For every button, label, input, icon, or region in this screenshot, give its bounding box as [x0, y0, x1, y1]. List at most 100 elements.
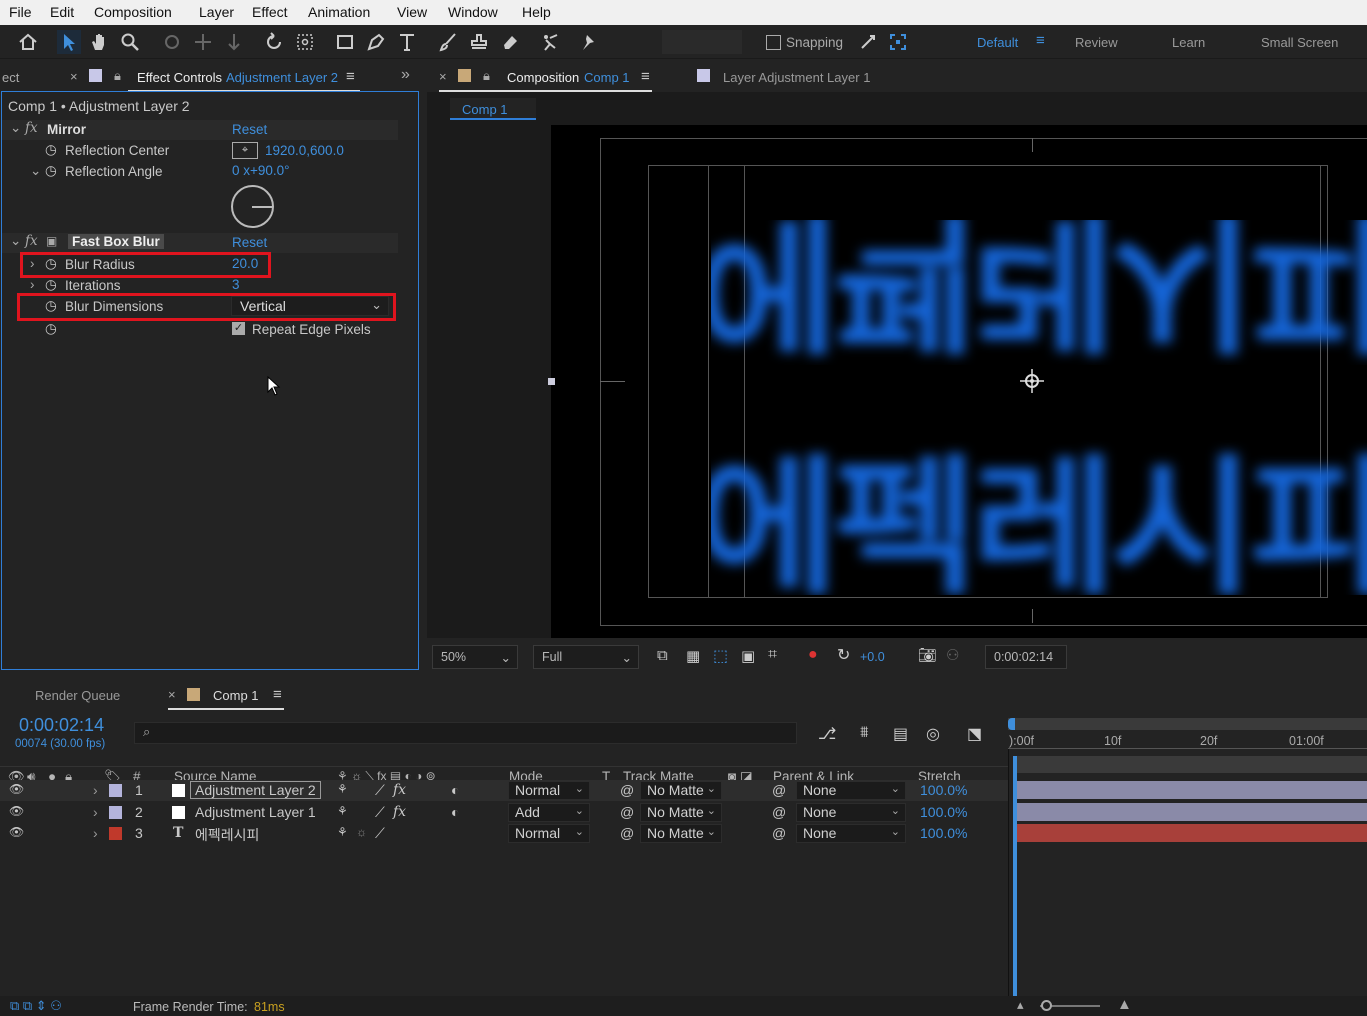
anchor-point-icon[interactable] [1018, 367, 1046, 395]
visibility-eye-icon[interactable]: 👁︎ [9, 782, 24, 796]
fx-switch-icon[interactable]: fx [393, 804, 406, 820]
current-time[interactable]: 0:00:02:14 [19, 715, 104, 736]
fx-icon[interactable]: fx [25, 120, 38, 136]
mask-path-icon[interactable]: ⬚ [713, 646, 728, 666]
reflection-angle-collapse-icon[interactable]: ⌄ [30, 163, 41, 179]
label-color[interactable] [109, 827, 122, 840]
type-tool-icon[interactable] [395, 30, 419, 54]
graph-editor-icon[interactable]: ⬔ [967, 724, 982, 744]
panel-menu-icon[interactable]: ≡ [641, 68, 650, 85]
grid-guides-icon[interactable]: ⌗ [768, 646, 777, 664]
collapse-transform-icon[interactable]: ☼ [356, 825, 367, 839]
parent-pickwhip-icon[interactable]: @ [772, 782, 786, 798]
layer-duration-bar[interactable] [1017, 824, 1367, 842]
mode-dropdown[interactable]: Add ⌄ [508, 803, 590, 822]
parent-pickwhip-icon[interactable]: @ [772, 804, 786, 820]
menu-help[interactable]: Help [522, 4, 551, 20]
composition-flowchart-icon[interactable]: ⎇ [818, 724, 836, 744]
rectangle-tool-icon[interactable] [333, 30, 357, 54]
spiral-pickwhip-icon[interactable]: @ [620, 804, 634, 820]
composition-viewer[interactable]: 에펙레시피 에펙레시피 [427, 125, 1367, 638]
shy-switch-icon[interactable]: ⚘ [337, 782, 348, 796]
quality-switch-icon[interactable]: ⟋ [375, 825, 385, 842]
shy-layers-icon[interactable]: ⩩ [860, 724, 869, 742]
menu-effect[interactable]: Effect [252, 4, 288, 20]
lock-icon[interactable]: 🔒︎ [114, 68, 121, 84]
work-area-bar[interactable] [1008, 718, 1367, 730]
mirror-collapse-icon[interactable]: ⌄ [10, 120, 21, 136]
menu-composition[interactable]: Composition [94, 4, 172, 20]
adjustment-switch-icon[interactable]: ◐ [451, 804, 459, 820]
zoom-tool-icon[interactable] [118, 30, 142, 54]
parent-pickwhip-icon[interactable]: @ [772, 825, 786, 841]
workspace-default[interactable]: Default [977, 35, 1018, 50]
close-tab-icon[interactable]: × [439, 69, 447, 84]
close-tab-icon[interactable]: × [168, 687, 176, 702]
menu-edit[interactable]: Edit [50, 4, 74, 20]
snap-edges-icon[interactable] [856, 30, 880, 54]
track-matte-dropdown[interactable]: No Matte ⌄ [640, 781, 722, 800]
effect-controls-tab-label[interactable]: Effect Controls [137, 70, 222, 85]
crosshair-point-icon[interactable]: ⌖ [232, 142, 258, 159]
roto-brush-icon[interactable] [538, 30, 562, 54]
iterations-value[interactable]: 3 [232, 277, 240, 292]
stretch-value[interactable]: 100.0% [920, 825, 967, 841]
fx-switch-icon[interactable]: fx [393, 782, 406, 798]
always-preview-icon[interactable]: ⧉ [657, 647, 668, 664]
layer-name[interactable]: Adjustment Layer 1 [195, 804, 316, 820]
snap-features-icon[interactable] [886, 30, 910, 54]
pan-camera-icon[interactable] [191, 30, 215, 54]
iterations-expand-icon[interactable]: › [30, 277, 35, 292]
zoom-in-icon[interactable]: ▲ [1117, 996, 1132, 1013]
panel-menu-icon[interactable]: ≡ [346, 68, 355, 85]
selection-tool-icon[interactable] [57, 30, 81, 54]
reflection-angle-value[interactable]: 0 x+90.0° [232, 163, 290, 178]
parent-dropdown[interactable]: None ⌄ [796, 781, 906, 800]
shy-switch-icon[interactable]: ⚘ [337, 804, 348, 818]
menu-file[interactable]: File [9, 4, 32, 20]
layer-handle[interactable] [548, 378, 555, 385]
orbit-camera-icon[interactable] [160, 30, 184, 54]
panel-menu-icon[interactable]: ≡ [273, 686, 282, 703]
resolution-dropdown[interactable]: Full ⌄ [533, 645, 639, 669]
track-matte-dropdown[interactable]: No Matte ⌄ [640, 803, 722, 822]
layer-row[interactable]: 👁︎ › 3 T 에펙레시피 ⚘ ☼ ⟋ Normal ⌄ @ No Matte ⌄… [0, 823, 1008, 844]
quality-switch-icon[interactable]: ⟋ [375, 804, 385, 821]
workspace-review[interactable]: Review [1075, 35, 1118, 50]
reset-exposure-icon[interactable]: ↻ [837, 645, 850, 665]
parent-dropdown[interactable]: None ⌄ [796, 824, 906, 843]
mode-dropdown[interactable]: Normal ⌄ [508, 824, 590, 843]
workspace-learn[interactable]: Learn [1172, 35, 1205, 50]
current-time-display[interactable]: 0:00:02:14 [985, 645, 1067, 669]
comp-canvas[interactable]: 에펙레시피 에펙레시피 [548, 125, 1367, 638]
puppet-pin-icon[interactable] [576, 30, 600, 54]
zoom-slider-thumb[interactable] [1041, 1000, 1052, 1011]
expand-icon[interactable]: › [93, 804, 98, 820]
stretch-value[interactable]: 100.0% [920, 782, 967, 798]
fast-box-blur-effect-name[interactable]: Fast Box Blur [68, 234, 164, 249]
clone-stamp-icon[interactable] [467, 30, 491, 54]
fx-icon[interactable]: fx [25, 233, 38, 249]
timeline-search-input[interactable]: ⌕ [134, 722, 797, 744]
visibility-eye-icon[interactable]: 👁︎ [9, 825, 24, 839]
hand-tool-icon[interactable] [87, 30, 111, 54]
expand-icon[interactable]: › [93, 782, 98, 798]
visibility-eye-icon[interactable]: 👁︎ [9, 804, 24, 818]
workspace-small-screen[interactable]: Small Screen [1261, 35, 1338, 50]
dolly-camera-icon[interactable] [222, 30, 246, 54]
lock-icon[interactable]: 🔒︎ [483, 68, 490, 84]
fast-box-blur-reset-link[interactable]: Reset [232, 235, 267, 250]
snapshot-camera-icon[interactable]: 📷︎ [918, 646, 937, 664]
layer-row[interactable]: 👁︎ › 2 Adjustment Layer 1 ⚘ ⟋ fx ◐ Add ⌄ … [0, 802, 1008, 823]
shy-switch-icon[interactable]: ⚘ [337, 825, 348, 839]
menu-animation[interactable]: Animation [308, 4, 370, 20]
snapping-checkbox[interactable] [766, 35, 781, 50]
render-queue-tab[interactable]: Render Queue [35, 688, 120, 703]
project-tab-fragment[interactable]: ect [2, 70, 19, 85]
menu-view[interactable]: View [397, 4, 427, 20]
composition-tab-label[interactable]: Composition [507, 70, 579, 85]
transparency-grid-icon[interactable]: ▦ [686, 647, 700, 665]
parent-dropdown[interactable]: None ⌄ [796, 803, 906, 822]
layer-name[interactable]: Adjustment Layer 2 [190, 781, 321, 799]
stopwatch-icon[interactable]: ◷ [45, 277, 57, 293]
